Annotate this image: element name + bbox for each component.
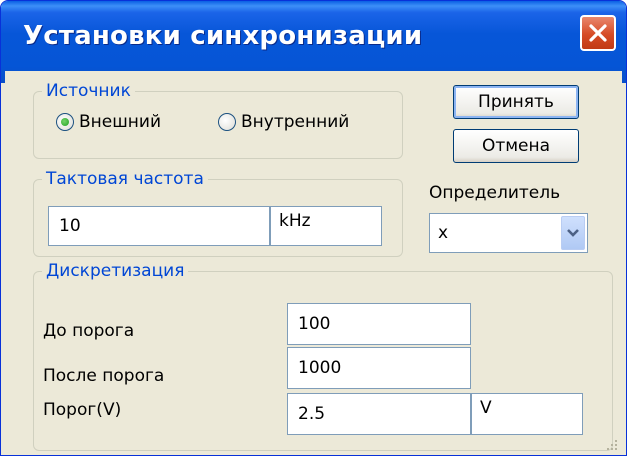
clock-frequency-input[interactable] <box>48 206 270 246</box>
clock-group-legend: Тактовая частота <box>42 168 208 190</box>
radio-internal[interactable]: Внутренний <box>218 112 349 132</box>
threshold-input[interactable] <box>287 393 471 435</box>
threshold-unit: V <box>471 393 583 435</box>
chevron-down-icon <box>567 229 579 237</box>
source-group: Источник Внешний Внутренний <box>33 80 403 159</box>
close-icon <box>589 24 607 42</box>
radio-external[interactable]: Внешний <box>56 112 161 132</box>
radio-internal-label: Внутренний <box>241 112 350 132</box>
radio-external-label: Внешний <box>79 112 162 132</box>
accept-button[interactable]: Принять <box>453 85 579 119</box>
cancel-button[interactable]: Отмена <box>453 129 579 163</box>
qualifier-selected-value: x <box>438 223 449 243</box>
before-threshold-label: До порога <box>43 321 135 341</box>
dialog-window: Установки синхронизации Источник Внешний… <box>0 0 627 456</box>
radio-checked-icon <box>56 113 74 131</box>
qualifier-select[interactable]: x <box>429 213 588 253</box>
before-threshold-input[interactable] <box>287 303 471 345</box>
threshold-label: Порог(V) <box>43 400 122 420</box>
after-threshold-label: После порога <box>43 366 165 386</box>
after-threshold-input[interactable] <box>287 347 471 389</box>
close-button[interactable] <box>580 15 616 51</box>
dropdown-button[interactable] <box>561 216 585 250</box>
dialog-body: Источник Внешний Внутренний Тактовая час… <box>5 71 622 455</box>
qualifier-label: Определитель <box>429 183 561 203</box>
radio-unchecked-icon <box>218 113 236 131</box>
source-group-legend: Источник <box>42 80 135 102</box>
resize-grip-icon[interactable] <box>606 439 618 451</box>
clock-unit: kHz <box>270 206 382 246</box>
sampling-group-legend: Дискретизация <box>42 260 189 282</box>
clock-group: Тактовая частота kHz <box>33 168 403 257</box>
window-title: Установки синхронизации <box>23 21 423 51</box>
